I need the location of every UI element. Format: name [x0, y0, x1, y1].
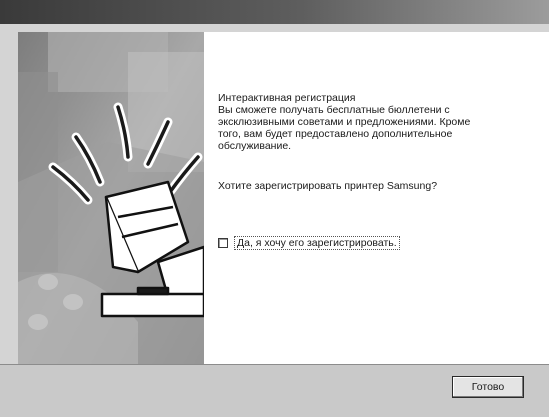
title-bar[interactable]: [0, 0, 549, 24]
divider: [0, 364, 549, 365]
register-checkbox-row[interactable]: Да, я хочу его зарегистрировать.: [218, 236, 400, 250]
message-title: Интерактивная регистрация: [218, 92, 356, 104]
message-line: Вы сможете получать бесплатные бюллетени…: [218, 104, 450, 116]
registration-message: Интерактивная регистрация Вы сможете пол…: [218, 92, 528, 152]
frame-top: [0, 24, 549, 32]
register-checkbox-label[interactable]: Да, я хочу его зарегистрировать.: [234, 236, 400, 250]
register-question: Хотите зарегистрировать принтер Samsung?: [218, 180, 438, 192]
printer-with-alert-rays-icon: [18, 32, 204, 364]
message-line: обслуживание.: [218, 140, 292, 152]
message-line: эксклюзивными советами и предложениями. …: [218, 116, 471, 128]
message-line: того, вам будет предоставлено дополнител…: [218, 128, 453, 140]
register-checkbox[interactable]: [218, 238, 228, 248]
content-panel: Интерактивная регистрация Вы сможете пол…: [204, 32, 549, 364]
frame-left: [0, 24, 18, 364]
side-illustration: [18, 32, 204, 364]
finish-button[interactable]: Готово: [452, 376, 524, 398]
registration-dialog: Интерактивная регистрация Вы сможете пол…: [0, 0, 549, 417]
